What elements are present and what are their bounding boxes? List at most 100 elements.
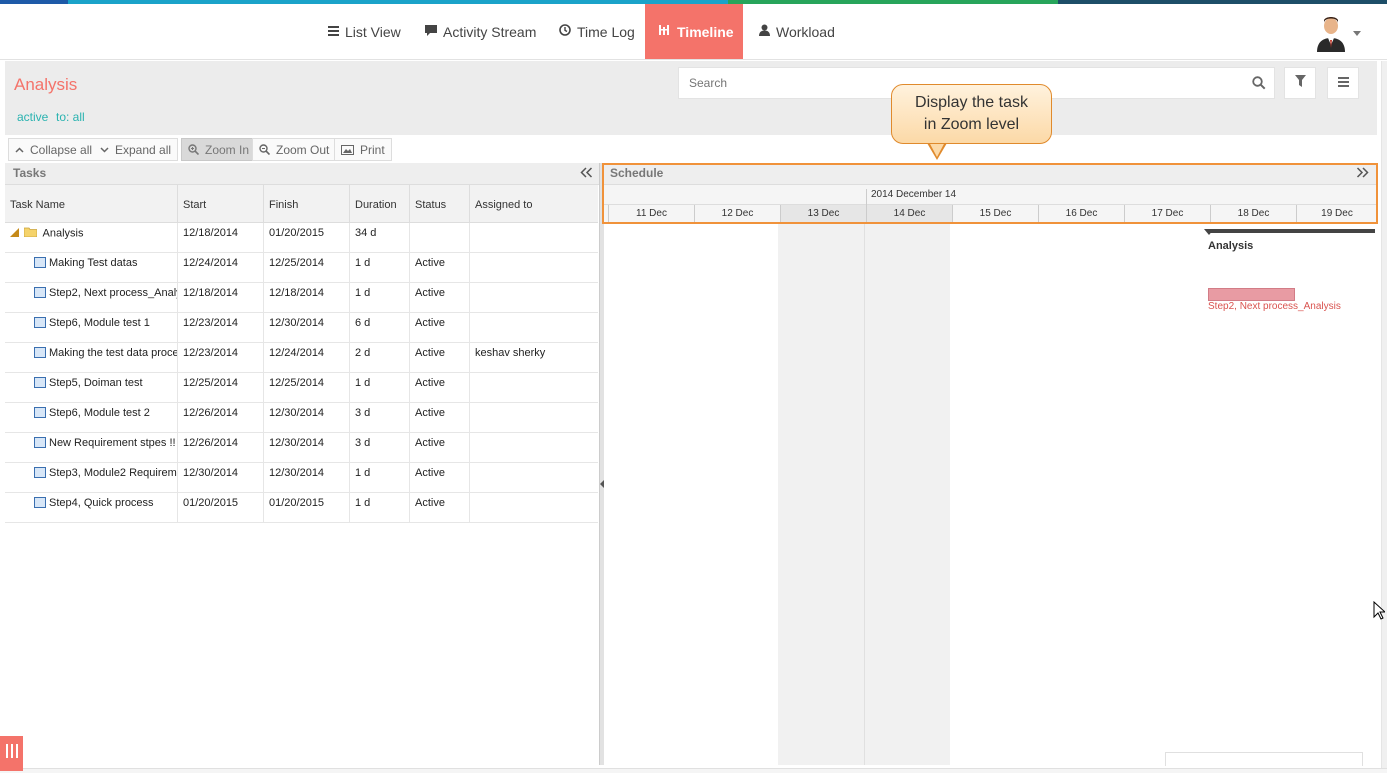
summary-bar-start-marker — [1204, 229, 1214, 235]
expand-all-label: Expand all — [115, 142, 172, 157]
task-name: Analysis — [42, 227, 84, 240]
cell-assigned — [470, 433, 598, 463]
column-header-duration[interactable]: Duration — [350, 185, 410, 223]
column-header-assigned-to[interactable]: Assigned to — [470, 185, 598, 223]
nav-time-log[interactable]: Time Log — [545, 4, 649, 59]
nav-activity-stream[interactable]: Activity Stream — [411, 4, 550, 59]
column-header-finish[interactable]: Finish — [264, 185, 350, 223]
cell-duration: 3 d — [350, 403, 410, 433]
task-icon — [34, 346, 46, 358]
weekend-column — [864, 223, 950, 765]
table-row[interactable]: Making the test data process 12/23/2014 … — [5, 343, 598, 373]
cell-finish: 12/30/2014 — [264, 403, 350, 433]
cell-status: Active — [410, 253, 470, 283]
user-avatar[interactable] — [1316, 14, 1346, 52]
collapse-all-label: Collapse all — [30, 142, 93, 157]
filter-icon — [1294, 74, 1306, 92]
cell-status: Active — [410, 283, 470, 313]
cell-duration: 3 d — [350, 433, 410, 463]
table-row[interactable]: New Requirement stpes !! 12/26/2014 12/3… — [5, 433, 598, 463]
filter-button[interactable] — [1284, 67, 1316, 99]
nav-label: Time Log — [577, 23, 635, 40]
horizontal-scroll-stub[interactable] — [1165, 752, 1363, 766]
callout-line: in Zoom level — [923, 116, 1020, 133]
day-header: 16 Dec — [1038, 205, 1124, 223]
nav-timeline[interactable]: Timeline — [645, 4, 743, 59]
double-chevron-left-icon[interactable] — [580, 167, 593, 181]
cell-assigned — [470, 283, 598, 313]
nav-label: List View — [345, 23, 401, 40]
zoom-in-button[interactable]: Zoom In — [181, 138, 257, 161]
cell-start: 12/26/2014 — [178, 433, 264, 463]
cell-status: Active — [410, 313, 470, 343]
task-bar[interactable] — [1208, 288, 1295, 301]
day-header: 19 Dec — [1296, 205, 1377, 223]
page-header: Analysis active to: all — [5, 61, 1377, 135]
image-icon — [341, 144, 354, 155]
vertical-scrollbar[interactable] — [1381, 61, 1387, 768]
task-icon — [34, 496, 46, 508]
table-row[interactable]: Step6, Module test 1 12/23/2014 12/30/20… — [5, 313, 598, 343]
task-name: Step3, Module2 Requirement — [49, 467, 178, 479]
column-header-start[interactable]: Start — [178, 185, 264, 223]
double-chevron-right-icon[interactable] — [1356, 167, 1369, 181]
cell-finish: 01/20/2015 — [264, 493, 350, 523]
filter-assigned-to[interactable]: to: all — [56, 110, 85, 124]
table-row[interactable]: Step5, Doiman test 12/25/2014 12/25/2014… — [5, 373, 598, 403]
zoom-out-button[interactable]: Zoom Out — [252, 138, 337, 161]
cell-duration: 1 d — [350, 253, 410, 283]
table-row[interactable]: Step4, Quick process 01/20/2015 01/20/20… — [5, 493, 598, 523]
tasks-panel: Tasks Task Name Start Finish Duration St… — [5, 163, 600, 765]
cell-duration: 6 d — [350, 313, 410, 343]
table-row[interactable]: Making Test datas 12/24/2014 12/25/2014 … — [5, 253, 598, 283]
print-button[interactable]: Print — [334, 138, 392, 161]
callout-tail-fill — [929, 142, 945, 157]
nav-workload[interactable]: Workload — [745, 4, 849, 59]
task-icon — [34, 316, 46, 328]
page-title: Analysis — [14, 75, 78, 94]
cell-status: Active — [410, 343, 470, 373]
annotation-callout: Display the task in Zoom level — [891, 84, 1052, 144]
cell-status: Active — [410, 493, 470, 523]
task-name: New Requirement stpes !! — [49, 437, 176, 449]
cell-finish: 01/20/2015 — [264, 223, 350, 253]
cell-assigned — [470, 313, 598, 343]
cell-start: 12/25/2014 — [178, 373, 264, 403]
table-row[interactable]: Analysis 12/18/2014 01/20/2015 34 d — [5, 223, 598, 253]
cell-start: 12/26/2014 — [178, 403, 264, 433]
collapse-all-button[interactable]: Collapse all — [8, 138, 100, 161]
nav-list-view[interactable]: List View — [314, 4, 415, 59]
column-header-status[interactable]: Status — [410, 185, 470, 223]
expand-all-button[interactable]: Expand all — [94, 138, 179, 161]
table-row[interactable]: Step3, Module2 Requirement 12/30/2014 12… — [5, 463, 598, 493]
cell-task-name: Making Test datas — [5, 253, 178, 283]
list-icon — [328, 24, 339, 39]
cell-task-name: New Requirement stpes !! — [5, 433, 178, 463]
day-header: 15 Dec — [952, 205, 1038, 223]
cell-assigned — [470, 493, 598, 523]
summary-bar[interactable] — [1208, 229, 1375, 233]
menu-button[interactable] — [1327, 67, 1359, 99]
schedule-title: Schedule — [610, 166, 664, 180]
task-bar-label: Step2, Next process_Analysis — [1208, 301, 1341, 312]
task-icon — [34, 406, 46, 418]
task-icon — [34, 256, 46, 268]
search-icon[interactable] — [1252, 76, 1266, 90]
cell-assigned — [470, 253, 598, 283]
bottom-panel-toggle[interactable] — [0, 736, 23, 771]
day-header: 14 Dec — [866, 205, 952, 223]
table-row[interactable]: Step2, Next process_Analysi 12/18/2014 1… — [5, 283, 598, 313]
chevron-up-icon — [15, 146, 24, 153]
cell-finish: 12/30/2014 — [264, 463, 350, 493]
timeline-icon — [659, 24, 671, 39]
avatar-dropdown-caret[interactable] — [1353, 31, 1361, 36]
cell-start: 12/23/2014 — [178, 313, 264, 343]
day-header: 17 Dec — [1124, 205, 1210, 223]
cell-duration: 1 d — [350, 493, 410, 523]
expand-triangle-icon[interactable] — [10, 227, 19, 240]
filter-active[interactable]: active — [17, 110, 48, 124]
summary-bar-label: Analysis — [1208, 240, 1254, 252]
table-row[interactable]: Step6, Module test 2 12/26/2014 12/30/20… — [5, 403, 598, 433]
print-label: Print — [360, 142, 385, 157]
column-header-task-name[interactable]: Task Name — [5, 185, 178, 223]
